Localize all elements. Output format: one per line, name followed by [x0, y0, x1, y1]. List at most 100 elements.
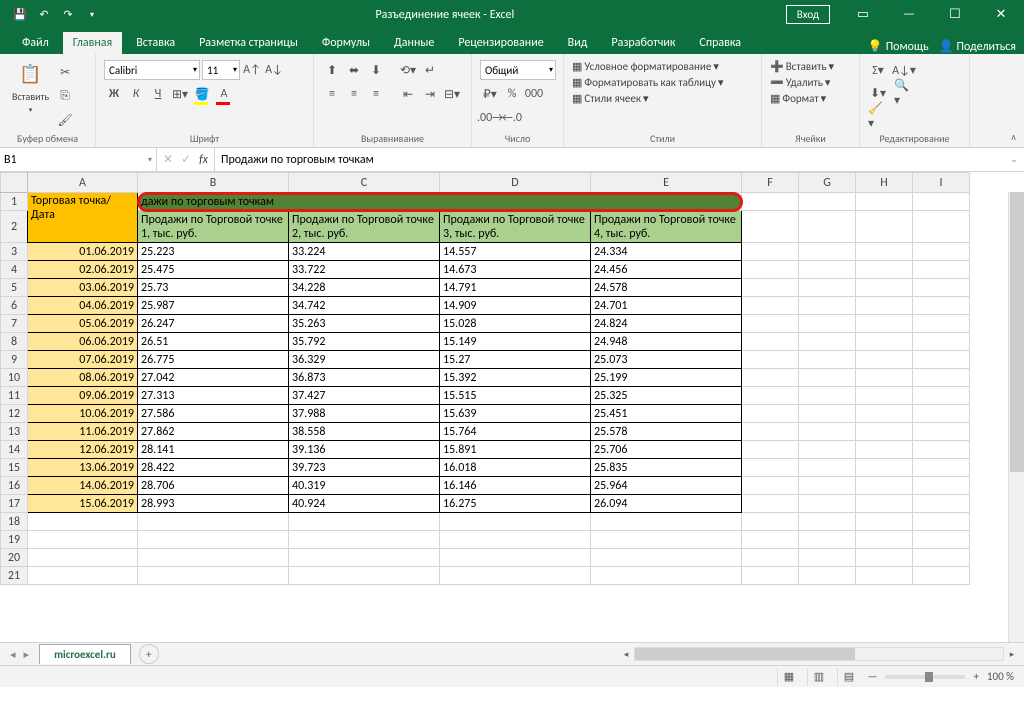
- percent-icon[interactable]: %: [502, 84, 522, 104]
- date-cell[interactable]: 15.06.2019: [28, 495, 138, 513]
- tab-insert[interactable]: Вставка: [126, 32, 185, 54]
- empty-cell[interactable]: [28, 513, 138, 531]
- row-header[interactable]: 1: [1, 193, 28, 211]
- empty-cell[interactable]: [138, 549, 289, 567]
- italic-button[interactable]: К: [126, 84, 146, 104]
- zoom-slider[interactable]: [885, 675, 965, 679]
- qat-dropdown-icon[interactable]: ▾: [80, 3, 104, 27]
- data-cell[interactable]: 28.993: [138, 495, 289, 513]
- decrease-indent-icon[interactable]: ⇤: [398, 84, 418, 104]
- data-cell[interactable]: 25.987: [138, 297, 289, 315]
- empty-cell[interactable]: [289, 513, 440, 531]
- empty-cell[interactable]: [28, 531, 138, 549]
- date-cell[interactable]: 02.06.2019: [28, 261, 138, 279]
- date-cell[interactable]: 04.06.2019: [28, 297, 138, 315]
- horizontal-scrollbar[interactable]: ◂ ▸: [159, 647, 1024, 661]
- empty-cell[interactable]: [856, 531, 913, 549]
- share-button[interactable]: 👤 Поделиться: [939, 39, 1016, 54]
- cancel-formula-icon[interactable]: ✕: [163, 152, 173, 167]
- data-cell[interactable]: 25.325: [591, 387, 742, 405]
- date-cell[interactable]: 07.06.2019: [28, 351, 138, 369]
- underline-button[interactable]: Ч: [148, 84, 168, 104]
- empty-cell[interactable]: [138, 513, 289, 531]
- select-all-corner[interactable]: [1, 173, 28, 193]
- empty-cell[interactable]: [742, 549, 799, 567]
- borders-icon[interactable]: ⊞▾: [170, 84, 190, 104]
- align-middle-icon[interactable]: ⬌: [344, 60, 364, 80]
- ribbon-options-icon[interactable]: ▭: [840, 0, 886, 29]
- enter-formula-icon[interactable]: ✓: [181, 152, 191, 167]
- tab-help[interactable]: Справка: [689, 32, 751, 54]
- data-cell[interactable]: 16.018: [440, 459, 591, 477]
- data-cell[interactable]: 25.073: [591, 351, 742, 369]
- column-header[interactable]: G: [799, 173, 856, 193]
- empty-cell[interactable]: [440, 549, 591, 567]
- align-top-icon[interactable]: ⬆: [322, 60, 342, 80]
- autosum-icon[interactable]: Σ▾: [868, 60, 888, 80]
- empty-cell[interactable]: [799, 531, 856, 549]
- row-header[interactable]: 12: [1, 405, 28, 423]
- column-header[interactable]: E: [591, 173, 742, 193]
- column-header[interactable]: C: [289, 173, 440, 193]
- empty-cell[interactable]: [856, 549, 913, 567]
- data-cell[interactable]: 26.247: [138, 315, 289, 333]
- empty-cell[interactable]: [440, 531, 591, 549]
- row-header[interactable]: 16: [1, 477, 28, 495]
- data-cell[interactable]: 24.701: [591, 297, 742, 315]
- data-cell[interactable]: 36.873: [289, 369, 440, 387]
- redo-icon[interactable]: ↷: [56, 3, 80, 27]
- align-bottom-icon[interactable]: ⬇: [366, 60, 386, 80]
- decrease-decimal-icon[interactable]: ←.0: [502, 108, 522, 128]
- paste-button[interactable]: 📋 Вставить ▾: [8, 58, 53, 116]
- find-select-icon[interactable]: 🔍▾: [894, 83, 914, 103]
- data-cell[interactable]: 27.586: [138, 405, 289, 423]
- row-header[interactable]: 3: [1, 243, 28, 261]
- increase-decimal-icon[interactable]: .00→: [480, 108, 500, 128]
- data-cell[interactable]: 24.456: [591, 261, 742, 279]
- increase-font-icon[interactable]: A↑: [242, 60, 262, 80]
- align-left-icon[interactable]: ≡: [322, 84, 342, 104]
- data-cell[interactable]: 15.27: [440, 351, 591, 369]
- empty-cell[interactable]: [742, 567, 799, 585]
- data-cell[interactable]: 39.723: [289, 459, 440, 477]
- column-header[interactable]: A: [28, 173, 138, 193]
- formula-input[interactable]: Продажи по торговым точкам: [215, 148, 1004, 171]
- cut-icon[interactable]: ✂: [55, 62, 75, 82]
- worksheet-grid[interactable]: ABCDEFGHI1Торговая точка/ Датадажи по то…: [0, 172, 1024, 642]
- close-icon[interactable]: ✕: [978, 0, 1024, 29]
- orientation-icon[interactable]: ⟲▾: [398, 60, 418, 80]
- column-header[interactable]: D: [440, 173, 591, 193]
- expand-formula-bar-icon[interactable]: ⌄: [1004, 148, 1024, 171]
- data-cell[interactable]: 37.988: [289, 405, 440, 423]
- date-cell[interactable]: 13.06.2019: [28, 459, 138, 477]
- insert-cells-button[interactable]: ➕ Вставить ▾: [770, 60, 851, 73]
- page-layout-view-icon[interactable]: ▥: [807, 668, 829, 686]
- tab-view[interactable]: Вид: [558, 32, 598, 54]
- data-cell[interactable]: 40.319: [289, 477, 440, 495]
- data-cell[interactable]: 26.094: [591, 495, 742, 513]
- empty-cell[interactable]: [289, 567, 440, 585]
- data-cell[interactable]: 15.891: [440, 441, 591, 459]
- row-header[interactable]: 20: [1, 549, 28, 567]
- data-cell[interactable]: 27.862: [138, 423, 289, 441]
- data-cell[interactable]: 37.427: [289, 387, 440, 405]
- page-break-view-icon[interactable]: ▤: [837, 668, 859, 686]
- row-header[interactable]: 8: [1, 333, 28, 351]
- data-cell[interactable]: 25.451: [591, 405, 742, 423]
- row-header[interactable]: 5: [1, 279, 28, 297]
- increase-indent-icon[interactable]: ⇥: [420, 84, 440, 104]
- align-right-icon[interactable]: ≡: [366, 84, 386, 104]
- zoom-in-icon[interactable]: +: [973, 670, 978, 683]
- data-cell[interactable]: 38.558: [289, 423, 440, 441]
- data-cell[interactable]: 24.334: [591, 243, 742, 261]
- comma-icon[interactable]: 000: [524, 84, 544, 104]
- date-cell[interactable]: 09.06.2019: [28, 387, 138, 405]
- data-cell[interactable]: 25.835: [591, 459, 742, 477]
- fill-color-icon[interactable]: 🪣: [192, 84, 212, 104]
- accounting-icon[interactable]: ₽▾: [480, 84, 500, 104]
- data-cell[interactable]: 34.742: [289, 297, 440, 315]
- data-cell[interactable]: 25.223: [138, 243, 289, 261]
- wrap-text-icon[interactable]: ↵: [420, 60, 440, 80]
- sheet-nav-prev-icon[interactable]: ◂: [10, 648, 16, 661]
- sort-filter-icon[interactable]: A↓▾: [894, 60, 914, 80]
